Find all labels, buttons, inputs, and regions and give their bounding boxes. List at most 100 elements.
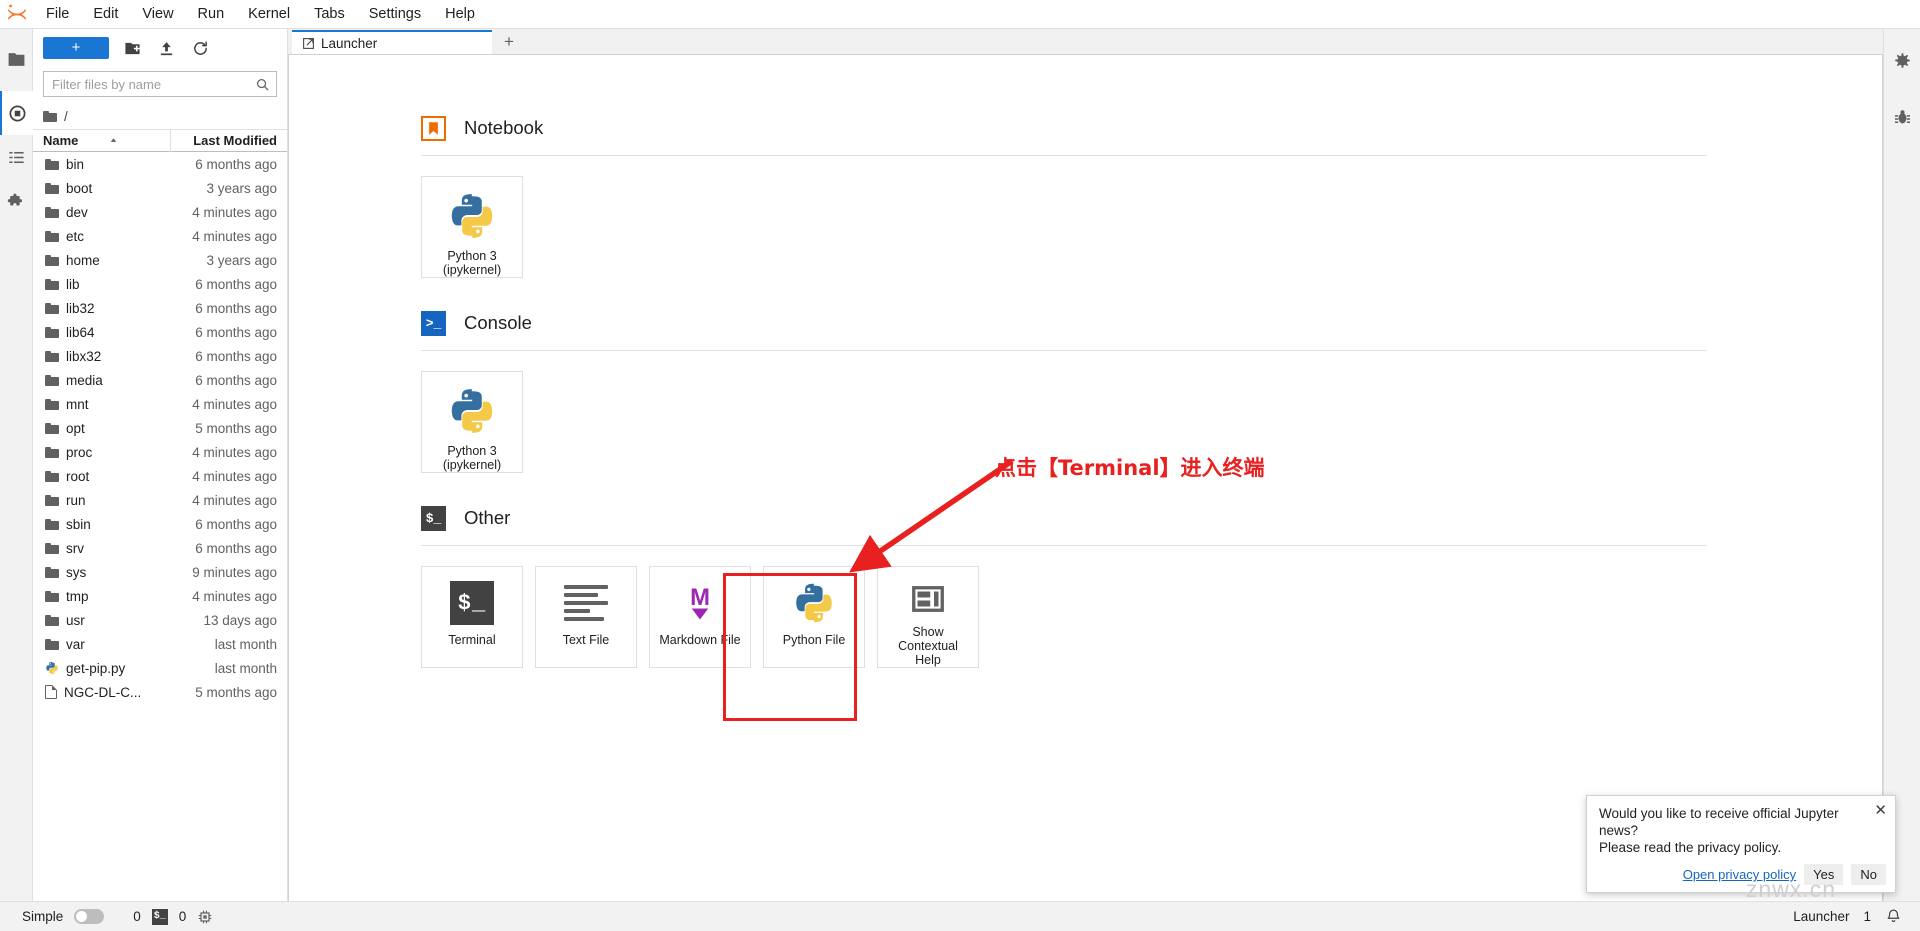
file-list-item[interactable]: home 3 years ago bbox=[33, 248, 287, 272]
sidebar-item-file-browser[interactable] bbox=[0, 37, 33, 81]
close-icon[interactable]: ✕ bbox=[1874, 802, 1887, 819]
file-modified: 4 minutes ago bbox=[192, 588, 277, 604]
launcher-card-python3-notebook[interactable]: Python 3 (ipykernel) bbox=[421, 176, 523, 278]
sidebar-item-table-of-contents[interactable] bbox=[0, 135, 33, 179]
launcher-card-python-file[interactable]: Python File bbox=[763, 566, 865, 668]
section-title-other: Other bbox=[464, 507, 511, 528]
file-modified: 13 days ago bbox=[203, 612, 277, 628]
simple-mode-toggle[interactable] bbox=[74, 909, 105, 924]
terminal-count: 0 bbox=[178, 909, 187, 924]
folder-icon bbox=[45, 518, 59, 530]
file-list[interactable]: bin 6 months ago boot 3 years ago dev 4 minut… bbox=[33, 152, 287, 901]
card-label: Terminal bbox=[448, 633, 496, 647]
file-list-item[interactable]: dev 4 minutes ago bbox=[33, 200, 287, 224]
card-label: Python 3 (ipykernel) bbox=[442, 249, 502, 277]
notification-no-button[interactable]: No bbox=[1851, 864, 1886, 885]
launcher-card-markdown-file[interactable]: M Markdown File bbox=[649, 566, 751, 668]
file-list-item[interactable]: etc 4 minutes ago bbox=[33, 224, 287, 248]
file-name: run bbox=[66, 492, 86, 508]
sort-ascending-icon[interactable] bbox=[108, 135, 119, 146]
search-icon[interactable] bbox=[255, 77, 270, 92]
new-launcher-button[interactable]: + bbox=[43, 37, 109, 59]
simple-mode-label: Simple bbox=[22, 909, 64, 924]
folder-icon bbox=[45, 566, 59, 578]
file-list-item[interactable]: media 6 months ago bbox=[33, 368, 287, 392]
file-name: sbin bbox=[66, 516, 91, 532]
file-list-item[interactable]: root 4 minutes ago bbox=[33, 464, 287, 488]
column-header-last-modified[interactable]: Last Modified bbox=[170, 129, 287, 152]
sidebar-item-extension-manager[interactable] bbox=[0, 179, 33, 223]
sidebar-item-property-inspector[interactable] bbox=[1886, 39, 1919, 83]
launcher-card-terminal[interactable]: $_ Terminal bbox=[421, 566, 523, 668]
new-folder-icon[interactable] bbox=[121, 37, 143, 59]
terminal-icon[interactable]: $_ bbox=[151, 908, 168, 925]
search-input[interactable] bbox=[52, 76, 255, 92]
markdown-icon: M bbox=[678, 581, 722, 625]
upload-icon[interactable] bbox=[155, 37, 177, 59]
file-list-item[interactable]: mnt 4 minutes ago bbox=[33, 392, 287, 416]
file-list-item[interactable]: lib64 6 months ago bbox=[33, 320, 287, 344]
tab-launcher[interactable]: Launcher bbox=[292, 30, 492, 54]
file-list-item[interactable]: lib32 6 months ago bbox=[33, 296, 287, 320]
menu-item-help[interactable]: Help bbox=[433, 0, 487, 29]
file-list-item[interactable]: NGC-DL-C... 5 months ago bbox=[33, 680, 287, 704]
notification-yes-button[interactable]: Yes bbox=[1804, 864, 1844, 885]
file-list-item[interactable]: srv 6 months ago bbox=[33, 536, 287, 560]
file-list-item[interactable]: var last month bbox=[33, 632, 287, 656]
breadcrumb-path[interactable]: / bbox=[64, 109, 68, 124]
bell-icon[interactable] bbox=[1885, 908, 1902, 925]
file-list-item[interactable]: proc 4 minutes ago bbox=[33, 440, 287, 464]
file-list-item[interactable]: get-pip.py last month bbox=[33, 656, 287, 680]
notification-line-2: Please read the privacy policy. bbox=[1599, 840, 1782, 855]
sidebar-item-running-sessions[interactable] bbox=[0, 91, 33, 135]
sidebar-item-debugger[interactable] bbox=[1886, 95, 1919, 139]
folder-icon bbox=[45, 230, 59, 242]
terminal-badge-icon: $_ bbox=[421, 505, 446, 531]
svg-text:M: M bbox=[690, 584, 710, 611]
file-browser-toolbar: + bbox=[33, 29, 287, 67]
card-row-notebook: Python 3 (ipykernel) bbox=[421, 156, 1882, 278]
menu-item-edit[interactable]: Edit bbox=[81, 0, 130, 29]
file-modified: 5 months ago bbox=[195, 684, 277, 700]
launcher-card-text-file[interactable]: Text File bbox=[535, 566, 637, 668]
file-list-item[interactable]: sys 9 minutes ago bbox=[33, 560, 287, 584]
file-modified: 6 months ago bbox=[195, 516, 277, 532]
file-filter-container bbox=[33, 67, 287, 103]
file-list-item[interactable]: sbin 6 months ago bbox=[33, 512, 287, 536]
console-badge-icon: >_ bbox=[421, 310, 446, 336]
folder-icon bbox=[43, 110, 57, 122]
launcher-card-python3-console[interactable]: Python 3 (ipykernel) bbox=[421, 371, 523, 473]
menu-item-settings[interactable]: Settings bbox=[357, 0, 433, 29]
file-list-item[interactable]: usr 13 days ago bbox=[33, 608, 287, 632]
file-name: lib64 bbox=[66, 324, 95, 340]
folder-icon bbox=[45, 206, 59, 218]
menu-item-view[interactable]: View bbox=[130, 0, 185, 29]
file-name: lib32 bbox=[66, 300, 95, 316]
column-header-name[interactable]: Name bbox=[33, 133, 170, 148]
file-list-item[interactable]: opt 5 months ago bbox=[33, 416, 287, 440]
file-list-item[interactable]: run 4 minutes ago bbox=[33, 488, 287, 512]
file-modified: 4 minutes ago bbox=[192, 444, 277, 460]
menu-item-tabs[interactable]: Tabs bbox=[302, 0, 357, 29]
breadcrumb[interactable]: / bbox=[33, 103, 287, 129]
file-list-item[interactable]: lib 6 months ago bbox=[33, 272, 287, 296]
add-tab-button[interactable]: + bbox=[496, 30, 522, 54]
folder-icon bbox=[45, 614, 59, 626]
refresh-icon[interactable] bbox=[189, 37, 211, 59]
file-list-item[interactable]: tmp 4 minutes ago bbox=[33, 584, 287, 608]
file-name: usr bbox=[66, 612, 85, 628]
open-privacy-policy-link[interactable]: Open privacy policy bbox=[1683, 866, 1796, 883]
menu-item-run[interactable]: Run bbox=[186, 0, 237, 29]
menu-item-kernel[interactable]: Kernel bbox=[236, 0, 302, 29]
file-modified: 4 minutes ago bbox=[192, 468, 277, 484]
file-list-item[interactable]: bin 6 months ago bbox=[33, 152, 287, 176]
cpu-icon[interactable] bbox=[197, 909, 213, 925]
notification-actions: Open privacy policy Yes No bbox=[1683, 864, 1886, 885]
file-list-item[interactable]: libx32 6 months ago bbox=[33, 344, 287, 368]
status-bar-left: Simple 0 $_ 0 bbox=[0, 908, 213, 925]
menu-item-file[interactable]: File bbox=[34, 0, 81, 29]
file-list-item[interactable]: boot 3 years ago bbox=[33, 176, 287, 200]
launcher-section-notebook: Notebook Python 3 (ipykernel) bbox=[421, 111, 1882, 278]
launcher-card-contextual-help[interactable]: Show Contextual Help bbox=[877, 566, 979, 668]
folder-icon bbox=[45, 590, 59, 602]
